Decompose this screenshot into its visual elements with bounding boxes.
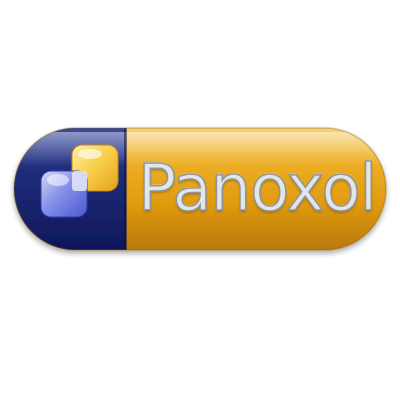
logo-canvas: Panoxol bbox=[0, 0, 400, 400]
brand-name: Panoxol bbox=[137, 152, 378, 226]
